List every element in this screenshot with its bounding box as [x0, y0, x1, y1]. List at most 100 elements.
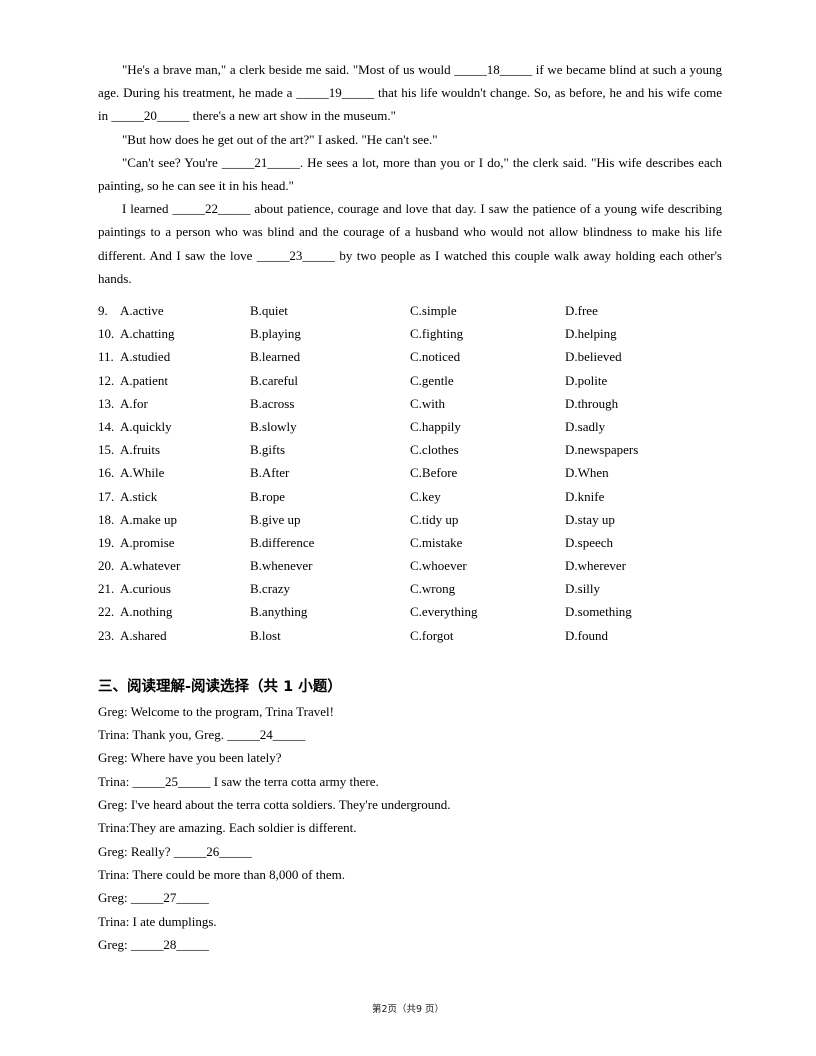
option-choice-b[interactable]: B.After: [250, 461, 289, 484]
option-number: 15.: [98, 442, 115, 458]
option-choice-c[interactable]: C.wrong: [410, 577, 455, 600]
option-row: 22. A.nothing B.anything C.everything D.…: [98, 600, 722, 623]
option-choice-a[interactable]: A.whatever: [120, 554, 180, 577]
option-choice-b[interactable]: B.whenever: [250, 554, 312, 577]
document-page: "He's a brave man," a clerk beside me sa…: [0, 0, 816, 1056]
option-choice-a[interactable]: A.curious: [120, 577, 171, 600]
option-choice-a[interactable]: A.nothing: [120, 600, 172, 623]
option-choice-a[interactable]: A.make up: [120, 508, 177, 531]
passage-paragraph-3: "Can't see? You're _____21_____. He sees…: [98, 154, 722, 194]
option-choice-a[interactable]: A.stick: [120, 485, 157, 508]
option-choice-c[interactable]: C.forgot: [410, 624, 453, 647]
option-number: 16.: [98, 465, 115, 481]
option-number: 23.: [98, 627, 115, 643]
option-choice-b[interactable]: B.quiet: [250, 299, 288, 322]
option-row: 16. A.While B.After C.Before D.When: [98, 461, 722, 484]
option-choice-d[interactable]: D.polite: [565, 369, 607, 392]
cloze-passage: "He's a brave man," a clerk beside me sa…: [98, 58, 722, 290]
option-choice-b[interactable]: B.across: [250, 392, 294, 415]
option-choice-d[interactable]: D.When: [565, 461, 609, 484]
option-choice-c[interactable]: C.fighting: [410, 322, 463, 345]
section-heading: 三、阅读理解-阅读选择（共 1 小题）: [98, 678, 342, 695]
option-row: 15. A.fruits B.gifts C.clothes D.newspap…: [98, 438, 722, 461]
option-number: 11.: [98, 349, 114, 365]
page-footer: 第2页（共9 页）: [371, 1004, 445, 1015]
dialogue-line: Trina: Thank you, Greg. _____24_____: [98, 727, 306, 743]
option-choice-b[interactable]: B.careful: [250, 369, 298, 392]
dialogue-line: Greg: Welcome to the program, Trina Trav…: [98, 703, 334, 719]
option-row: 18. A.make up B.give up C.tidy up D.stay…: [98, 508, 722, 531]
option-number: 9.: [98, 303, 108, 319]
option-choice-a[interactable]: A.shared: [120, 624, 167, 647]
passage-paragraph-4: I learned _____22_____ about patience, c…: [98, 201, 722, 286]
dialogue-line: Greg: Really? _____26_____: [98, 843, 252, 859]
option-choice-d[interactable]: D.speech: [565, 531, 613, 554]
option-choice-b[interactable]: B.give up: [250, 508, 301, 531]
dialogue-line: Trina:They are amazing. Each soldier is …: [98, 820, 357, 836]
option-choice-a[interactable]: A.studied: [120, 345, 170, 368]
option-number: 13.: [98, 395, 115, 411]
option-choice-c[interactable]: C.Before: [410, 461, 457, 484]
option-choice-c[interactable]: C.simple: [410, 299, 457, 322]
dialogue-line: Greg: Where have you been lately?: [98, 750, 282, 766]
option-choice-d[interactable]: D.found: [565, 624, 608, 647]
option-number: 12.: [98, 372, 115, 388]
dialogue-line: Greg: _____28_____: [98, 936, 209, 952]
option-choice-b[interactable]: B.slowly: [250, 415, 297, 438]
option-choice-a[interactable]: A.fruits: [120, 438, 160, 461]
option-choice-d[interactable]: D.newspapers: [565, 438, 638, 461]
dialogue-line: Trina: There could be more than 8,000 of…: [98, 866, 345, 882]
option-choice-b[interactable]: B.lost: [250, 624, 281, 647]
option-choice-a[interactable]: A.active: [120, 299, 164, 322]
option-choice-b[interactable]: B.difference: [250, 531, 314, 554]
option-choice-c[interactable]: C.happily: [410, 415, 461, 438]
option-row: 23. A.shared B.lost C.forgot D.found: [98, 624, 722, 647]
option-choice-b[interactable]: B.gifts: [250, 438, 285, 461]
option-choice-d[interactable]: D.believed: [565, 345, 622, 368]
option-choice-c[interactable]: C.whoever: [410, 554, 467, 577]
option-choice-c[interactable]: C.mistake: [410, 531, 462, 554]
option-choice-a[interactable]: A.patient: [120, 369, 168, 392]
option-number: 21.: [98, 581, 115, 597]
option-number: 20.: [98, 558, 115, 574]
option-row: 14. A.quickly B.slowly C.happily D.sadly: [98, 415, 722, 438]
option-row: 12. A.patient B.careful C.gentle D.polit…: [98, 369, 722, 392]
option-choice-b[interactable]: B.crazy: [250, 577, 290, 600]
option-choice-d[interactable]: D.helping: [565, 322, 617, 345]
option-row: 13. A.for B.across C.with D.through: [98, 392, 722, 415]
option-choice-c[interactable]: C.noticed: [410, 345, 460, 368]
option-row: 17. A.stick B.rope C.key D.knife: [98, 485, 722, 508]
option-choice-a[interactable]: A.quickly: [120, 415, 172, 438]
option-choice-c[interactable]: C.everything: [410, 600, 478, 623]
option-choice-b[interactable]: B.playing: [250, 322, 301, 345]
option-choice-c[interactable]: C.clothes: [410, 438, 459, 461]
option-choice-d[interactable]: D.stay up: [565, 508, 615, 531]
option-choice-a[interactable]: A.promise: [120, 531, 175, 554]
option-number: 18.: [98, 511, 115, 527]
option-number: 22.: [98, 604, 115, 620]
option-choice-c[interactable]: C.key: [410, 485, 441, 508]
option-choice-b[interactable]: B.anything: [250, 600, 307, 623]
option-choice-c[interactable]: C.tidy up: [410, 508, 458, 531]
option-choice-d[interactable]: D.free: [565, 299, 598, 322]
option-choice-d[interactable]: D.something: [565, 600, 632, 623]
option-number: 14.: [98, 418, 115, 434]
option-choice-c[interactable]: C.with: [410, 392, 445, 415]
option-choice-a[interactable]: A.for: [120, 392, 148, 415]
option-choice-d[interactable]: D.silly: [565, 577, 600, 600]
option-choice-b[interactable]: B.learned: [250, 345, 300, 368]
option-choice-d[interactable]: D.through: [565, 392, 618, 415]
option-row: 11. A.studied B.learned C.noticed D.beli…: [98, 345, 722, 368]
option-number: 10.: [98, 326, 115, 342]
option-choice-d[interactable]: D.knife: [565, 485, 604, 508]
dialogue-line: Greg: I've heard about the terra cotta s…: [98, 797, 451, 813]
option-row: 19. A.promise B.difference C.mistake D.s…: [98, 531, 722, 554]
option-row: 21. A.curious B.crazy C.wrong D.silly: [98, 577, 722, 600]
option-choice-d[interactable]: D.sadly: [565, 415, 605, 438]
option-choice-c[interactable]: C.gentle: [410, 369, 454, 392]
option-choice-a[interactable]: A.chatting: [120, 322, 175, 345]
passage-paragraph-1: "He's a brave man," a clerk beside me sa…: [98, 62, 722, 124]
option-choice-d[interactable]: D.wherever: [565, 554, 626, 577]
option-choice-a[interactable]: A.While: [120, 461, 164, 484]
option-choice-b[interactable]: B.rope: [250, 485, 285, 508]
